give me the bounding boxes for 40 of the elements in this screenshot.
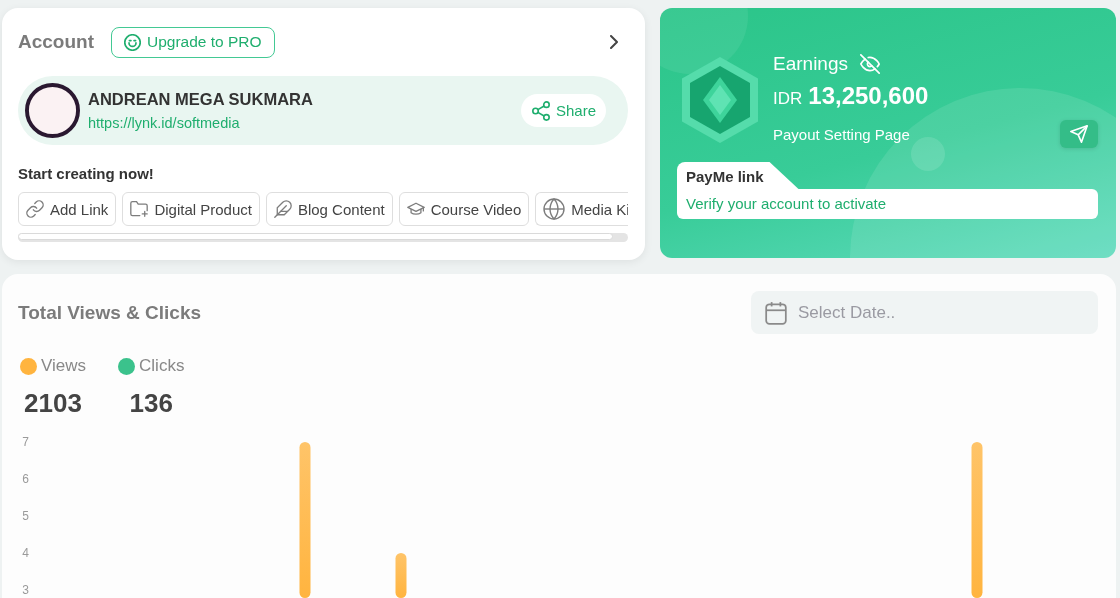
currency-label: IDR (773, 89, 803, 109)
scrollbar-track[interactable] (18, 233, 628, 242)
account-title: Account (18, 31, 94, 53)
folder-plus-icon (130, 200, 149, 218)
create-option-button[interactable]: Media Ki (535, 192, 628, 226)
y-axis-label: 5 (22, 509, 29, 523)
total-count: 136 (129, 388, 173, 418)
graduation-cap-icon (406, 200, 425, 218)
globe-icon (543, 198, 566, 220)
create-option-button[interactable]: Course Video (398, 192, 530, 226)
eye-off-icon[interactable] (860, 54, 880, 74)
calendar-icon (765, 301, 787, 325)
y-axis-label: 6 (22, 472, 29, 486)
stats-title: Total Views & Clicks (18, 301, 202, 324)
create-option-button[interactable]: Blog Content (265, 192, 393, 226)
y-axis-label: 7 (22, 435, 29, 449)
y-axis-label: 3 (22, 583, 29, 597)
feather-icon (273, 200, 292, 218)
date-field[interactable]: Select Date.. (751, 291, 1098, 334)
y-axis-label: 4 (22, 546, 29, 560)
link-icon (26, 200, 44, 218)
send-button[interactable] (1060, 120, 1098, 148)
legend-label: Views (41, 356, 87, 376)
gem-badge-icon (680, 57, 760, 143)
create-option-button[interactable]: Digital Product (122, 192, 260, 226)
total-count: 2103 (24, 388, 82, 418)
share-icon (530, 100, 551, 121)
send-icon (1070, 125, 1088, 143)
earnings-title: Earnings (773, 53, 848, 75)
create-heading: Start creating now! (18, 165, 155, 183)
chevron-right-icon (610, 35, 618, 49)
bar (395, 553, 407, 598)
avatar (25, 83, 80, 138)
smiley-icon (124, 33, 141, 51)
chevron-button[interactable] (610, 35, 618, 49)
earnings-amount: 13,250,600 (808, 82, 929, 110)
legend-label: Clicks (139, 356, 185, 376)
create-option-button[interactable]: Add Link (18, 192, 117, 226)
profile-name: ANDREAN MEGA SUKMARA (88, 89, 313, 109)
scrollbar-thumb[interactable] (18, 233, 613, 240)
